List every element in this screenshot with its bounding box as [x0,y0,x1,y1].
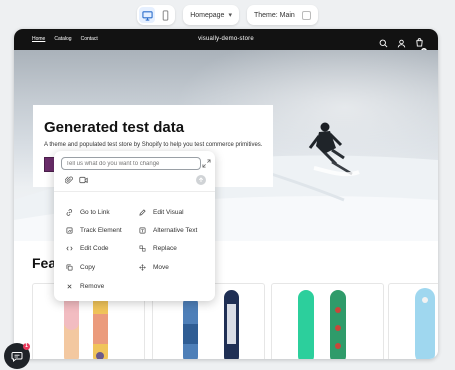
action-copy[interactable]: Copy [66,261,95,273]
product-image [415,288,435,359]
move-icon [139,263,146,271]
chat-icon [11,352,23,362]
copy-icon [66,264,73,270]
chat-notification-badge: 1 [23,343,30,350]
pencil-icon [139,208,146,216]
action-label: Track Element [80,226,122,234]
replace-icon [139,245,146,251]
link-icon [66,208,73,216]
search-icon[interactable] [379,39,388,48]
action-edit-visual[interactable]: Edit Visual [139,206,184,218]
action-track-element[interactable]: Track Element [66,224,122,236]
action-label: Replace [153,244,177,252]
action-move[interactable]: Move [139,261,169,273]
desktop-view-button[interactable] [139,7,156,23]
action-label: Remove [80,282,105,290]
ai-command-menu: Go to Link Edit Visual Track Element Alt… [54,151,215,301]
mobile-icon [162,9,168,21]
alt-text-icon [139,227,146,233]
code-icon [66,246,73,250]
page-select-label: Homepage [190,11,225,19]
product-image [298,290,346,359]
action-go-to-link[interactable]: Go to Link [66,206,110,218]
theme-selector[interactable]: Theme: Main [246,5,318,25]
video-icon[interactable] [79,176,88,184]
ai-prompt-input[interactable] [61,157,201,170]
action-label: Edit Code [80,244,109,252]
action-label: Edit Visual [153,208,184,216]
send-button[interactable] [196,175,206,185]
device-toggle [137,5,176,25]
store-header: Home Catalog Contact visually-demo-store… [14,29,438,54]
action-label: Move [153,263,169,271]
action-label: Copy [80,263,96,271]
editor-toolbar: Homepage ▾ Theme: Main [0,5,455,25]
arrow-up-icon [198,177,204,182]
desktop-icon [142,10,153,21]
track-icon [66,227,73,233]
expand-icon[interactable] [202,159,211,168]
hero-subtitle: A theme and populated test store by Shop… [44,142,263,148]
chevron-down-icon: ▾ [228,12,232,19]
action-label: Go to Link [80,208,110,216]
action-edit-code[interactable]: Edit Code [66,242,109,254]
cart-icon [416,38,423,47]
mobile-view-button[interactable] [157,7,173,23]
close-icon [67,283,72,289]
action-alternative-text[interactable]: Alternative Text [139,224,197,236]
hero-title: Generated test data [44,119,185,136]
product-card[interactable] [271,283,384,359]
action-remove[interactable]: Remove [66,280,104,292]
product-card[interactable] [388,283,438,359]
attachment-icon[interactable] [65,176,73,184]
action-label: Alternative Text [153,226,198,234]
theme-preview-icon [301,10,311,20]
action-replace[interactable]: Replace [139,242,177,254]
theme-label: Theme: Main [253,11,295,19]
menu-divider [54,191,215,192]
page-select[interactable]: Homepage ▾ [183,5,239,25]
store-name[interactable]: visually-demo-store [14,36,438,42]
account-icon[interactable] [397,39,406,48]
